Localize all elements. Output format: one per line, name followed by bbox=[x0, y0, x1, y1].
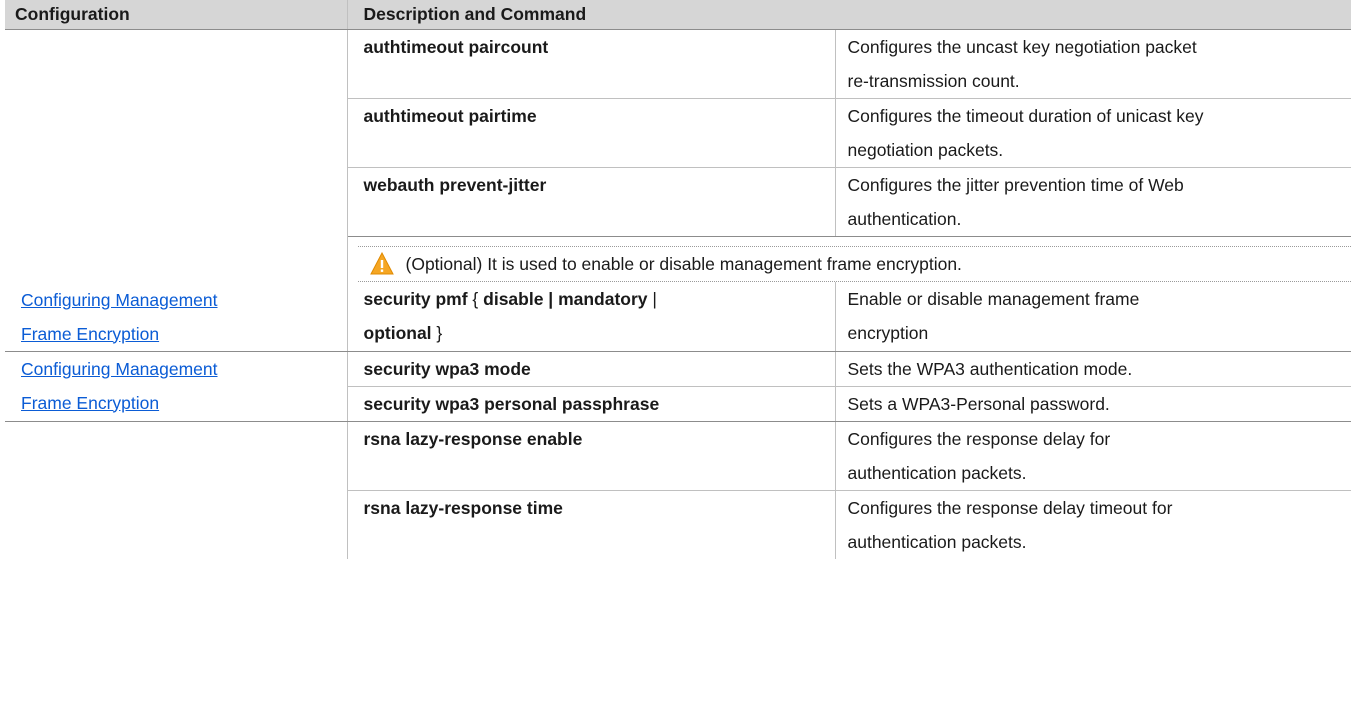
configuring-management-frame-encryption-link[interactable]: Configuring Management Frame Encryption bbox=[21, 359, 218, 413]
table-row: authtimeout paircount Configures the unc… bbox=[5, 29, 1352, 237]
command-cell: authtimeout pairtime bbox=[347, 98, 835, 168]
command-cell: security pmf { disable | mandatory | opti… bbox=[347, 282, 835, 352]
config-command-table: Configuration Description and Command au… bbox=[5, 0, 1352, 559]
command-text: webauth prevent-jitter bbox=[363, 175, 547, 195]
description-cell: Configures the jitter prevention time of… bbox=[834, 167, 1352, 237]
command-cell: rsna lazy-response enable bbox=[347, 421, 835, 491]
command-cell: rsna lazy-response time bbox=[363, 497, 563, 518]
command-text: authtimeout paircount bbox=[363, 37, 549, 57]
config-cell-empty bbox=[5, 29, 348, 237]
description-cell: Sets a WPA3-Personal password. bbox=[834, 386, 1352, 422]
header-configuration: Configuration bbox=[5, 0, 347, 30]
command-cell: webauth prevent-jitter bbox=[347, 167, 835, 237]
command-cell: security wpa3 mode bbox=[347, 351, 835, 387]
header-description-command: Description and Command bbox=[346, 0, 1352, 30]
note-box: (Optional) It is used to enable or disab… bbox=[357, 246, 1352, 282]
configuring-management-frame-encryption-link[interactable]: Configuring Management Frame Encryption bbox=[21, 290, 218, 344]
description-cell: Enable or disable management frame encryp… bbox=[834, 282, 1352, 352]
description-cell: Sets the WPA3 authentication mode. bbox=[834, 351, 1352, 387]
note-cell: (Optional) It is used to enable or disab… bbox=[347, 237, 1352, 283]
description-cell: Configures the uncast key negotiation pa… bbox=[834, 29, 1352, 99]
warning-icon bbox=[369, 252, 394, 275]
table-row: Configuring Management Frame Encryption … bbox=[5, 351, 1352, 422]
command-text: authtimeout pairtime bbox=[363, 106, 537, 126]
command-cell: security wpa3 personal passphrase bbox=[347, 386, 835, 422]
description-cell: Configures the response delay for authent… bbox=[834, 421, 1352, 491]
config-link-cell: Configuring Management Frame Encryption bbox=[5, 236, 348, 352]
table-header-row: Configuration Description and Command bbox=[5, 0, 1352, 30]
description-cell: Configures the timeout duration of unica… bbox=[834, 98, 1352, 168]
table-row-note: Configuring Management Frame Encryption … bbox=[5, 236, 1352, 352]
description-cell: Configures the response delay timeout fo… bbox=[834, 490, 1352, 559]
note-text: (Optional) It is used to enable or disab… bbox=[405, 254, 962, 274]
config-link-cell: Configuring Management Frame Encryption bbox=[5, 351, 348, 422]
command-cell: authtimeout paircount bbox=[347, 29, 835, 99]
config-cell-empty bbox=[5, 421, 348, 559]
table-row: rsna lazy-response enable Configures the… bbox=[5, 421, 1352, 559]
